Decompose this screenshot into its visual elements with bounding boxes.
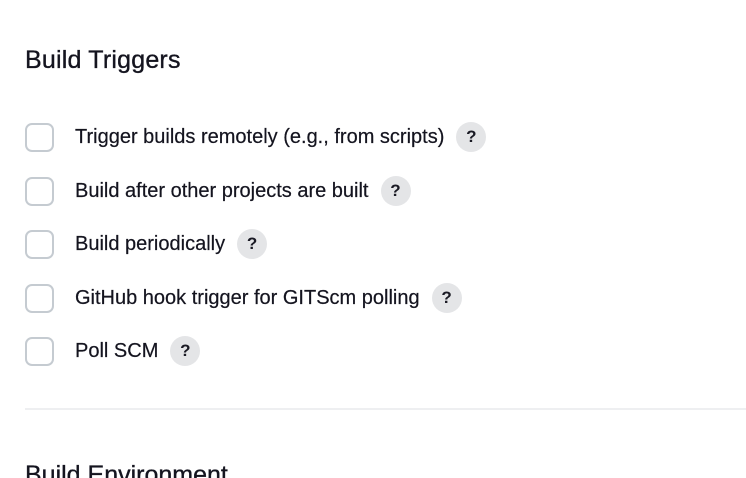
option-label: Trigger builds remotely (e.g., from scri… bbox=[75, 126, 445, 148]
build-environment-title: Build Environment bbox=[25, 461, 228, 478]
build-triggers-options: Trigger builds remotely (e.g., from scri… bbox=[25, 0, 725, 400]
option-build-periodically[interactable]: Build periodically ? bbox=[25, 227, 268, 261]
option-label: Build after other projects are built bbox=[75, 180, 369, 202]
build-after-other-projects-checkbox[interactable] bbox=[25, 176, 54, 206]
help-icon[interactable]: ? bbox=[170, 336, 201, 366]
option-label: GitHub hook trigger for GITScm polling bbox=[75, 287, 420, 309]
option-github-hook-trigger[interactable]: GitHub hook trigger for GITScm polling ? bbox=[25, 281, 462, 315]
option-build-after-other-projects[interactable]: Build after other projects are built ? bbox=[25, 174, 411, 208]
help-icon[interactable]: ? bbox=[380, 176, 411, 206]
help-icon[interactable]: ? bbox=[237, 229, 268, 259]
trigger-remotely-checkbox[interactable] bbox=[25, 122, 54, 152]
help-icon[interactable]: ? bbox=[431, 283, 462, 313]
poll-scm-checkbox[interactable] bbox=[25, 336, 54, 366]
build-periodically-checkbox[interactable] bbox=[25, 229, 54, 259]
option-label: Build periodically bbox=[75, 233, 226, 255]
section-divider bbox=[25, 408, 746, 410]
build-config-page: Build Triggers Trigger builds remotely (… bbox=[0, 0, 746, 478]
github-hook-trigger-checkbox[interactable] bbox=[25, 283, 54, 313]
option-trigger-remotely[interactable]: Trigger builds remotely (e.g., from scri… bbox=[25, 120, 487, 154]
option-poll-scm[interactable]: Poll SCM ? bbox=[25, 334, 201, 368]
help-icon[interactable]: ? bbox=[456, 122, 487, 152]
option-label: Poll SCM bbox=[75, 340, 159, 362]
